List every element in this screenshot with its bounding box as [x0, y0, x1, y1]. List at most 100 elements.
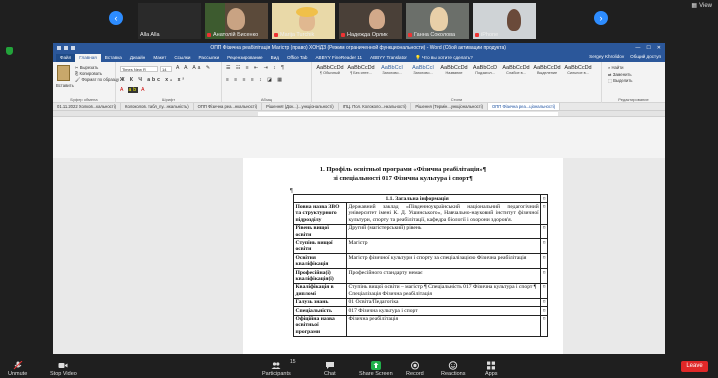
tab-office-tab[interactable]: Office Tab	[283, 54, 312, 62]
share-screen-button[interactable]: Share Screen	[359, 361, 393, 377]
tab-design[interactable]: Дизайн	[126, 54, 149, 62]
row-value: Другий (магістерський) рівень	[345, 223, 542, 240]
participant-tile[interactable]: Анатолій Бисенко	[205, 3, 268, 39]
doc-tab-active[interactable]: ОПП Фізична реа...ціональності)	[488, 103, 561, 110]
tab-layout[interactable]: Макет	[149, 54, 170, 62]
styles-group: AaBbCcDd ¶ Обычный AaBbCcDd ¶ Без инте... …	[312, 62, 602, 103]
meeting-toolbar: Unmute Stop Video Participants 15 Chat S…	[0, 356, 718, 378]
view-button[interactable]: ▦ View	[691, 2, 712, 10]
participant-tile[interactable]: Alla Alla	[138, 3, 201, 39]
doc-tab[interactable]: Колоколов. табл_пу...нкальність)	[121, 103, 194, 110]
participant-name: Marija Turchik	[280, 32, 315, 38]
table-row: Ступінь вищої освіти Магістр ¤	[293, 238, 548, 255]
style-subtitle[interactable]: AaBbCcD Подзагол...	[471, 65, 499, 84]
style-intense-emphasis[interactable]: AaBbCcDd Сильное в...	[564, 65, 592, 84]
font-size-buttons[interactable]: A A Aa ✎	[176, 65, 212, 71]
doc-tab[interactable]: ІПЦ. Пол. Колоколо...нкальності)	[339, 103, 412, 110]
row-label: Повна назва ЗВО та структурного підрозді…	[293, 202, 347, 225]
format-painter-button[interactable]: 🖌 Формат по образцу	[75, 77, 119, 83]
style-normal[interactable]: AaBbCcDd ¶ Обычный	[316, 65, 344, 84]
record-button[interactable]: Record	[406, 361, 424, 377]
chat-button[interactable]: Chat	[324, 361, 336, 377]
apps-button[interactable]: Apps	[485, 361, 498, 377]
participant-name: Анатолій Бисенко	[213, 32, 259, 38]
document-area: 1. Профіль освітньої програми «Фізична р…	[53, 158, 665, 354]
row-value: 017 Фізична культура і спорт	[345, 306, 542, 316]
grid-icon: ▦	[691, 3, 698, 9]
tell-me-search[interactable]: 💡 Что вы хотите сделать?	[411, 54, 477, 62]
unmute-button[interactable]: Unmute	[8, 361, 27, 377]
participant-name: Ганна Соколова	[414, 32, 456, 38]
security-shield-icon[interactable]	[6, 47, 13, 55]
tab-insert[interactable]: Вставка	[101, 54, 126, 62]
style-emphasis[interactable]: AaBbCcDd Выделение	[533, 65, 561, 84]
quick-access-toolbar	[57, 46, 75, 50]
tab-view[interactable]: Вид	[267, 54, 283, 62]
paste-button[interactable]: Вставить	[56, 83, 74, 89]
style-title[interactable]: AaBbCcDd Название	[440, 65, 468, 84]
tab-home[interactable]: Главная	[75, 54, 101, 62]
leave-button[interactable]: Leave	[681, 361, 708, 372]
row-label: Рівень вищої освіти	[293, 223, 347, 240]
tab-review[interactable]: Рецензирование	[223, 54, 266, 62]
participant-tile[interactable]: Ганна Соколова	[406, 3, 469, 39]
document-heading: 1. Профіль освітньої програми «Фізична р…	[319, 166, 487, 173]
tab-mailings[interactable]: Рассылки	[195, 54, 224, 62]
participant-name: Alla Alla	[140, 32, 160, 38]
clipboard-group: Вставить ✂ Вырезать ⎘ Копировать 🖌 Форма…	[53, 62, 119, 103]
next-page-arrow-icon[interactable]: ›	[594, 11, 608, 25]
muted-mic-icon	[475, 33, 479, 37]
redo-icon[interactable]	[71, 46, 75, 50]
ribbon-home: Вставить ✂ Вырезать ⎘ Копировать 🖌 Форма…	[53, 62, 665, 103]
participant-strip: ‹ › ▦ View Alla Alla Анатолій Бисенко Ma…	[0, 0, 718, 40]
font-name-select[interactable]: Times New R	[120, 66, 158, 72]
participant-tile[interactable]: Надежда Орлик	[339, 3, 402, 39]
font-color-buttons[interactable]: A ab A	[120, 87, 146, 93]
doc-tab[interactable]: 01.11.2022 Холков...кальності)	[53, 103, 122, 110]
alignment-buttons[interactable]: ≡ ≡ ≡ ≡ ↕ ◪ ▦	[226, 77, 284, 83]
font-size-select[interactable]: 14	[160, 66, 172, 72]
row-value: Фізична реабілітація	[345, 314, 542, 337]
share-button[interactable]: Общий доступ	[630, 54, 661, 59]
style-subtle-emphasis[interactable]: AaBbCcDd Слабое в...	[502, 65, 530, 84]
doc-tab[interactable]: Рішення (Термін...ункціональності)	[411, 103, 489, 110]
font-format-buttons[interactable]: Ж К Ч abc x₂ x²	[120, 77, 186, 83]
participant-tile[interactable]: iPhone	[473, 3, 536, 39]
horizontal-ruler[interactable]	[53, 111, 665, 117]
style-no-spacing[interactable]: AaBbCcDd ¶ Без инте...	[347, 65, 375, 84]
participant-tile[interactable]: Marija Turchik	[272, 3, 335, 39]
tab-file[interactable]: Файл	[56, 54, 76, 62]
paste-icon[interactable]	[57, 65, 70, 81]
reactions-button[interactable]: Reactions	[441, 361, 465, 377]
search-icon: ⌕	[608, 65, 611, 70]
reactions-smiley-icon	[449, 361, 458, 370]
style-heading-1[interactable]: AaBbCcI Заголово...	[378, 65, 406, 84]
document-page[interactable]: 1. Профіль освітньої програми «Фізична р…	[243, 158, 563, 354]
select-button[interactable]: ⬚ Выделить	[608, 78, 632, 85]
muted-mic-icon	[341, 33, 345, 37]
program-profile-table: 1.1. Загальна інформація ¤ Повна назва З…	[292, 193, 548, 337]
minimize-icon[interactable]: —	[635, 45, 640, 51]
user-name[interactable]: Sergey Khrolidov	[589, 54, 624, 59]
chat-icon	[325, 362, 334, 369]
tab-abbyy-translator[interactable]: ABBYY Translator	[366, 54, 411, 62]
save-icon[interactable]	[57, 46, 61, 50]
tab-abbyy-finereader[interactable]: ABBYY FineReader 11	[311, 54, 366, 62]
paragraph-group-label: Абзац	[260, 97, 273, 102]
undo-icon[interactable]	[64, 46, 68, 50]
participants-button[interactable]: Participants	[262, 361, 291, 377]
shared-word-window: ОПП Фізична реабілітація Магістр (право)…	[53, 43, 665, 354]
table-row: Професійна(і) кваліфікація(ї) Професійно…	[293, 268, 548, 284]
doc-tab[interactable]: Рішенняї (Док...)...ункціональності)	[262, 103, 339, 110]
list-buttons[interactable]: ☰ ☷ ≡ ⇤ ⇥ ↕ ¶	[226, 65, 286, 71]
doc-tab[interactable]: ОПП Фізична реа...нкальності)	[194, 103, 263, 110]
maximize-icon[interactable]: ☐	[646, 45, 650, 51]
table-row: Галузь знань 01 Освіта/Педагогіка ¤	[293, 297, 548, 308]
stop-video-button[interactable]: Stop Video	[50, 361, 77, 377]
previous-page-arrow-icon[interactable]: ‹	[109, 11, 123, 25]
close-icon[interactable]: ✕	[657, 45, 661, 51]
row-label: Кваліфікація в дипломі	[293, 282, 347, 299]
tab-references[interactable]: Ссылки	[170, 54, 194, 62]
participants-icon	[271, 362, 281, 369]
style-heading-2[interactable]: AaBbCcI Заголово...	[409, 65, 437, 84]
